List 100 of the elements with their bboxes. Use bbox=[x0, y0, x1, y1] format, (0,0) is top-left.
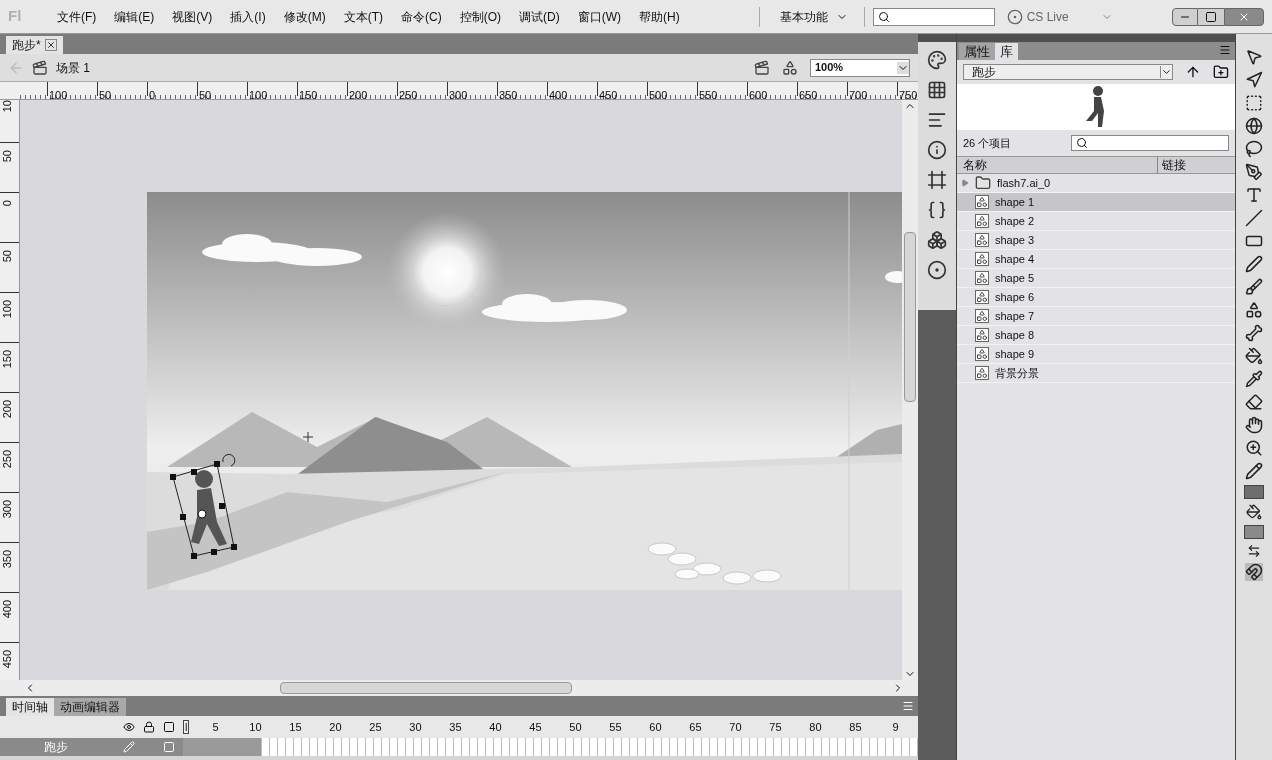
scene-label[interactable]: 场景 1 bbox=[56, 58, 90, 77]
frame-number: 30 bbox=[408, 719, 423, 735]
library-item[interactable]: shape 1 bbox=[957, 193, 1235, 212]
lock-icon[interactable] bbox=[143, 721, 155, 733]
close-icon[interactable] bbox=[44, 39, 57, 51]
library-item[interactable]: shape 3 bbox=[957, 231, 1235, 250]
scroll-thumb[interactable] bbox=[904, 232, 916, 402]
swap-colors-icon[interactable] bbox=[1247, 544, 1261, 558]
fill-color-swatch[interactable] bbox=[1244, 525, 1264, 539]
line-tool-icon[interactable] bbox=[1245, 209, 1263, 227]
horizontal-scrollbar[interactable] bbox=[0, 680, 918, 696]
panel-tab[interactable]: 属性 bbox=[959, 43, 995, 60]
ruler-label: 100 bbox=[48, 89, 68, 99]
menu-item[interactable]: 插入(I) bbox=[221, 7, 275, 26]
search-icon bbox=[1076, 137, 1088, 149]
swatches-grid-icon[interactable] bbox=[927, 80, 947, 100]
ruler-label: 10 bbox=[1, 100, 13, 115]
column-header[interactable]: 链接 bbox=[1157, 156, 1186, 174]
frame-number: 35 bbox=[448, 719, 463, 735]
new-library-icon[interactable] bbox=[1213, 64, 1229, 80]
vertical-scrollbar[interactable] bbox=[902, 100, 918, 680]
panel-tab[interactable]: 库 bbox=[995, 43, 1018, 60]
minimize-button[interactable] bbox=[1172, 7, 1198, 26]
ruler-label: 350 bbox=[1, 550, 13, 571]
close-button[interactable] bbox=[1224, 7, 1264, 26]
edit-symbols-icon[interactable] bbox=[782, 59, 798, 76]
panel-menu-icon[interactable] bbox=[902, 700, 914, 712]
motion-presets-icon[interactable] bbox=[927, 260, 947, 280]
expand-arrow-icon[interactable] bbox=[961, 179, 969, 187]
lasso-tool-icon[interactable] bbox=[1245, 140, 1263, 158]
menu-item[interactable]: 文件(F) bbox=[48, 7, 106, 26]
align-icon[interactable] bbox=[927, 110, 947, 130]
fill-color-icon[interactable] bbox=[1246, 504, 1262, 520]
library-item[interactable]: shape 7 bbox=[957, 307, 1235, 326]
hand-tool-icon[interactable] bbox=[1245, 416, 1263, 434]
eraser-tool-icon[interactable] bbox=[1245, 393, 1263, 411]
document-tab[interactable]: 跑步* bbox=[6, 36, 63, 54]
color-palette-icon[interactable] bbox=[927, 50, 947, 70]
frame-number: 80 bbox=[808, 719, 823, 735]
timeline-tab[interactable]: 时间轴 bbox=[6, 698, 54, 716]
stroke-color-icon[interactable] bbox=[1245, 462, 1263, 480]
library-item[interactable]: shape 4 bbox=[957, 250, 1235, 269]
playhead[interactable]: l bbox=[183, 720, 190, 734]
eyedropper-tool-icon[interactable] bbox=[1245, 370, 1263, 388]
library-document-dropdown[interactable]: 跑步 bbox=[963, 64, 1174, 80]
outline-square-icon[interactable] bbox=[163, 741, 175, 753]
info-icon[interactable] bbox=[927, 140, 947, 160]
workspace-dropdown[interactable]: 基本功能 bbox=[771, 7, 856, 26]
menu-item[interactable]: 文本(T) bbox=[334, 7, 392, 26]
paint-bucket-tool-icon[interactable] bbox=[1245, 347, 1263, 365]
ruler-label: 450 bbox=[1, 650, 13, 671]
menu-item[interactable]: 调试(D) bbox=[510, 7, 569, 26]
graphic-symbol-icon bbox=[975, 290, 989, 304]
cs-live-button[interactable]: CS Live bbox=[1006, 7, 1069, 26]
snap-magnet-icon[interactable] bbox=[1245, 563, 1263, 581]
ruler-label: 600 bbox=[748, 89, 768, 99]
scroll-thumb[interactable] bbox=[280, 682, 572, 694]
transform-icon[interactable] bbox=[927, 170, 947, 190]
code-snippets-icon[interactable] bbox=[927, 200, 947, 220]
outline-icon[interactable] bbox=[163, 721, 175, 733]
free-transform-tool-icon[interactable] bbox=[1245, 94, 1263, 112]
zoom-dropdown[interactable]: 100% bbox=[810, 58, 910, 77]
search-field[interactable] bbox=[872, 7, 995, 26]
library-item[interactable]: shape 2 bbox=[957, 212, 1235, 231]
library-item[interactable]: 背景分景 bbox=[957, 364, 1235, 383]
subselection-tool-icon[interactable] bbox=[1245, 71, 1263, 89]
library-item[interactable]: shape 6 bbox=[957, 288, 1235, 307]
menu-item[interactable]: 命令(C) bbox=[392, 7, 451, 26]
library-item[interactable]: shape 8 bbox=[957, 326, 1235, 345]
menu-item[interactable]: 编辑(E) bbox=[105, 7, 164, 26]
stroke-color-swatch[interactable] bbox=[1244, 485, 1264, 499]
column-header[interactable]: 名称 bbox=[957, 156, 1157, 174]
library-item[interactable]: shape 9 bbox=[957, 345, 1235, 364]
components-icon[interactable] bbox=[927, 230, 947, 250]
3d-rotation-tool-icon[interactable] bbox=[1245, 117, 1263, 135]
menu-item[interactable]: 视图(V) bbox=[163, 7, 222, 26]
pencil-tool-icon[interactable] bbox=[1245, 255, 1263, 273]
maximize-button[interactable] bbox=[1198, 7, 1224, 26]
selection-tool-icon[interactable] bbox=[1245, 48, 1263, 66]
library-item[interactable]: shape 5 bbox=[957, 269, 1235, 288]
menu-item[interactable]: 帮助(H) bbox=[630, 7, 689, 26]
edit-scene-icon[interactable] bbox=[754, 59, 770, 76]
graphic-symbol-icon bbox=[975, 366, 989, 380]
deco-tool-icon[interactable] bbox=[1245, 301, 1263, 319]
eye-icon[interactable] bbox=[123, 721, 135, 733]
menu-item[interactable]: 修改(M) bbox=[274, 7, 335, 26]
selected-running-figure[interactable] bbox=[170, 453, 237, 559]
zoom-tool-icon[interactable] bbox=[1245, 439, 1263, 457]
bone-tool-icon[interactable] bbox=[1245, 324, 1263, 342]
library-search-field[interactable] bbox=[1071, 135, 1229, 151]
brush-tool-icon[interactable] bbox=[1245, 278, 1263, 296]
ruler-label: 50 bbox=[1, 250, 13, 265]
text-tool-icon[interactable] bbox=[1245, 186, 1263, 204]
menu-item[interactable]: 窗口(W) bbox=[568, 7, 630, 26]
graphic-symbol-icon bbox=[975, 271, 989, 285]
panel-menu-icon[interactable] bbox=[1219, 44, 1231, 56]
pen-tool-icon[interactable] bbox=[1245, 163, 1263, 181]
frame-number: 65 bbox=[688, 719, 703, 735]
timeline-tab[interactable]: 动画编辑器 bbox=[54, 698, 126, 716]
menu-item[interactable]: 控制(O) bbox=[450, 7, 510, 26]
